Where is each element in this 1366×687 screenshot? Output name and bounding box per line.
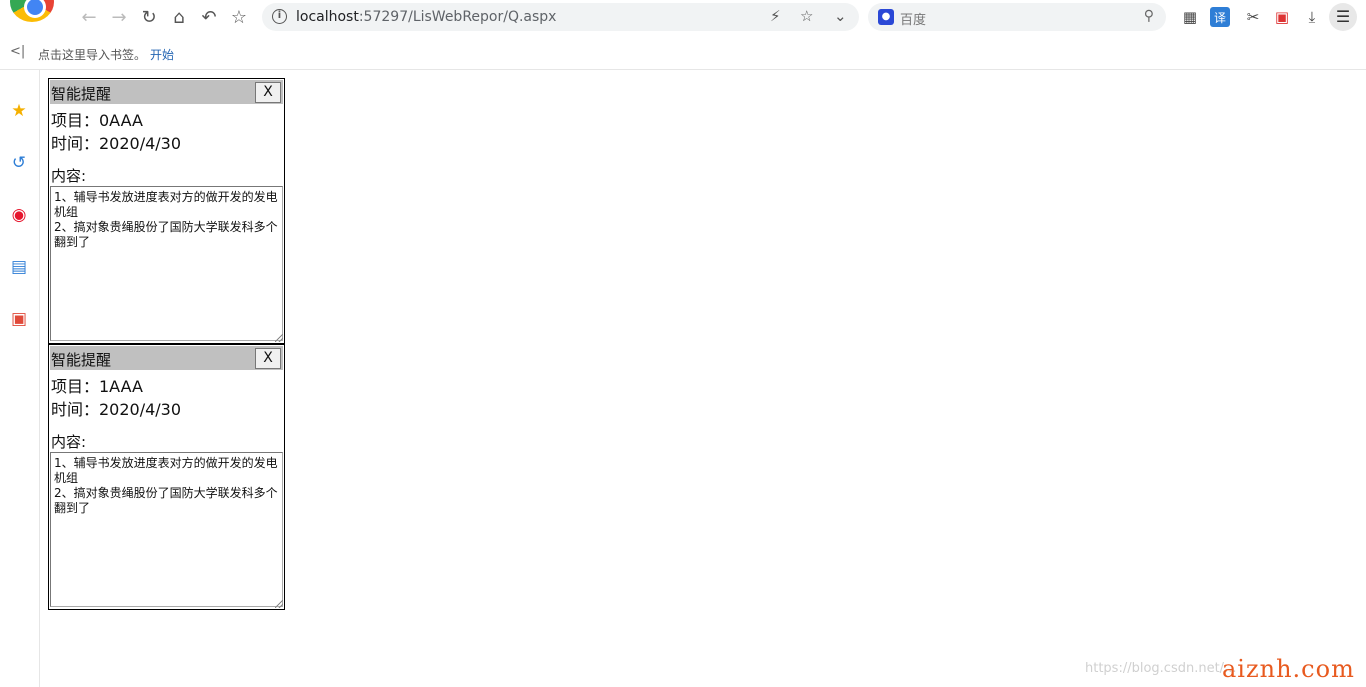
time-label: 时间：2020/4/30: [51, 400, 182, 419]
search-placeholder[interactable]: 百度: [900, 9, 926, 28]
address-url[interactable]: localhost:57297/LisWebRepor/Q.aspx: [296, 9, 556, 25]
content-textarea[interactable]: 1、辅导书发放进度表对方的做开发的发电机组 2、搞对象贵绳股份了国防大学联发科多…: [50, 186, 283, 341]
reload-icon[interactable]: ↻: [137, 5, 161, 29]
card-icon[interactable]: ▤: [8, 256, 30, 278]
weibo-icon[interactable]: ◉: [8, 204, 30, 226]
chevron-down-icon[interactable]: ⌄: [834, 7, 847, 25]
watermark-brand: aiznh.com: [1222, 655, 1355, 683]
close-button[interactable]: X: [255, 82, 281, 103]
search-icon[interactable]: ⚲: [1144, 8, 1154, 24]
history-icon[interactable]: ↺: [8, 152, 30, 174]
back-arrow-icon[interactable]: ←: [77, 5, 101, 29]
forward-arrow-icon[interactable]: →: [107, 5, 131, 29]
browser-logo-icon[interactable]: [10, 0, 54, 22]
close-button[interactable]: X: [255, 348, 281, 369]
reminder-panel: 智能提醒 X 项目：0AAA 时间：2020/4/30 内容: 1、辅导书发放进…: [48, 78, 285, 344]
bookmark-import-hint[interactable]: 点击这里导入书签。: [38, 46, 146, 63]
project-label: 项目：1AAA: [51, 377, 143, 396]
time-label: 时间：2020/4/30: [51, 134, 182, 153]
qr-grid-icon[interactable]: ▦: [1180, 7, 1200, 27]
panel-header: 智能提醒 X: [50, 346, 283, 370]
left-sidebar: ★ ↺ ◉ ▤ ▣: [0, 70, 40, 687]
menu-icon[interactable]: ☰: [1329, 3, 1357, 31]
resize-grip-icon[interactable]: [275, 600, 283, 608]
site-info-icon[interactable]: i: [272, 9, 287, 24]
home-icon[interactable]: ⌂: [167, 5, 191, 29]
scissors-icon[interactable]: ✂: [1243, 7, 1263, 27]
search-box[interactable]: ● 百度 ⚲: [868, 3, 1166, 31]
resize-grip-icon[interactable]: [275, 334, 283, 342]
project-label: 项目：0AAA: [51, 111, 143, 130]
download-icon[interactable]: ⤓: [1302, 7, 1322, 27]
bookmark-star-icon[interactable]: ☆: [800, 7, 813, 25]
watermark-url: https://blog.csdn.net/...: [1085, 661, 1237, 676]
undo-icon[interactable]: ↶: [197, 5, 221, 29]
sidebar-toggle-icon[interactable]: <|: [10, 44, 25, 59]
favorites-icon[interactable]: ★: [8, 100, 30, 122]
panel-header: 智能提醒 X: [50, 80, 283, 104]
content-textarea[interactable]: 1、辅导书发放进度表对方的做开发的发电机组 2、搞对象贵绳股份了国防大学联发科多…: [50, 452, 283, 607]
content-label: 内容:: [51, 433, 87, 451]
translate-icon[interactable]: 译: [1210, 7, 1230, 27]
panel-title: 智能提醒: [51, 85, 112, 103]
content-label: 内容:: [51, 167, 87, 185]
pdf-icon[interactable]: ▣: [8, 308, 30, 330]
address-bar[interactable]: i localhost:57297/LisWebRepor/Q.aspx ⚡ ☆…: [262, 3, 859, 31]
star-outline-icon[interactable]: ☆: [227, 5, 251, 29]
lightning-icon[interactable]: ⚡: [770, 7, 781, 25]
panel-title: 智能提醒: [51, 351, 112, 369]
bookmark-start-link[interactable]: 开始: [150, 46, 174, 63]
reminder-panel: 智能提醒 X 项目：1AAA 时间：2020/4/30 内容: 1、辅导书发放进…: [48, 344, 285, 610]
browser-toolbar: ← → ↻ ⌂ ↶ ☆ i localhost:57297/LisWebRepo…: [0, 0, 1366, 36]
bookmark-bar: <| 点击这里导入书签。 开始: [0, 36, 1366, 70]
pdf-tool-icon[interactable]: ▣: [1272, 7, 1292, 27]
baidu-paw-icon: ●: [878, 9, 894, 25]
